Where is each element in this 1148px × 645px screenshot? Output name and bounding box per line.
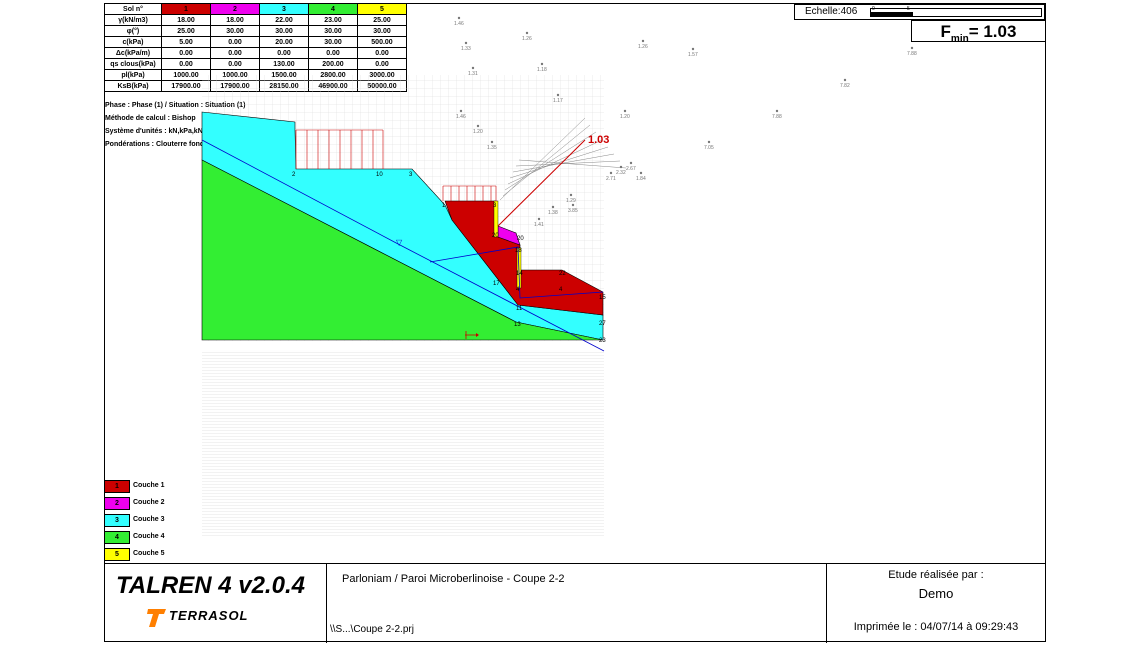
grid-safety-factor: 3.85: [568, 208, 578, 214]
grid-safety-factor: 1.84: [636, 176, 646, 182]
geometry-point-label: 11: [516, 306, 523, 312]
project-file-path: \\S...\Coupe 2-2.prj: [330, 624, 414, 635]
grid-center-point: [457, 16, 461, 20]
legend-swatch: 4: [104, 531, 130, 544]
legend-swatch: 2: [104, 497, 130, 510]
title-block-author: Etude réalisée par : Demo Imprimée le : …: [826, 564, 1046, 643]
grid-safety-factor: 1.20: [473, 129, 483, 135]
grid-center-point: [490, 140, 494, 144]
slope-stability-diagram: ▽ 1.03 1.46 1.26 1.26 1.57 7.88 1.33 1.31 1.18 7…: [201, 16, 917, 537]
geometry-point-label: 10: [376, 172, 383, 178]
grid-safety-factor: 1.31: [468, 71, 478, 77]
grid-safety-factor: 7.82: [840, 83, 850, 89]
grid-center-point: [623, 109, 627, 113]
grid-safety-factor: 7.05: [704, 145, 714, 151]
title-block: TALREN 4 v2.0.4 TERRASOL Parloniam / Par…: [104, 563, 1046, 643]
grid-center-point: [707, 140, 711, 144]
grid-center-point: [609, 171, 613, 175]
geometry-point-label: 14: [516, 271, 523, 277]
grid-safety-factor: 2.67: [626, 166, 636, 172]
legend-swatch: 3: [104, 514, 130, 527]
critical-safety-factor: 1.03: [588, 134, 609, 146]
grid-safety-factor: 1.20: [620, 114, 630, 120]
grid-center-point: [551, 205, 555, 209]
grid-safety-factor: 1.18: [537, 67, 547, 73]
legend-swatch: 5: [104, 548, 130, 561]
grid-safety-factor: 1.17: [553, 98, 563, 104]
grid-safety-factor: 1.46: [454, 21, 464, 27]
legend-label: Couche 3: [133, 516, 165, 523]
legend-label: Couche 5: [133, 550, 165, 557]
legend-label: Couche 4: [133, 533, 165, 540]
grid-center-point: [476, 124, 480, 128]
water-level-symbol: ▽: [396, 238, 403, 247]
grid-safety-factor: 1.57: [688, 52, 698, 58]
geometry-point-label: 22: [559, 271, 566, 277]
software-title: TALREN 4 v2.0.4: [116, 572, 305, 599]
geometry-point-label: 20: [517, 236, 524, 242]
grid-center-point: [843, 78, 847, 82]
geometry-point-label: 17: [493, 281, 500, 287]
grid-center-point: [619, 165, 623, 169]
grid-center-point: [571, 203, 575, 207]
grid-center-point: [910, 46, 914, 50]
lower-hatch-area: [202, 352, 604, 537]
grid-safety-factor: 1.26: [638, 44, 648, 50]
geometry-point-label: 20: [492, 233, 499, 239]
grid-center-point: [691, 47, 695, 51]
terrasol-logo-icon: [147, 609, 166, 627]
grid-safety-factor: 1.35: [487, 145, 497, 151]
grid-center-point: [639, 171, 643, 175]
grid-center-point: [629, 161, 633, 165]
geometry-point-label: 27: [599, 321, 606, 327]
project-title: Parloniam / Paroi Microberlinoise - Coup…: [342, 573, 565, 585]
grid-center-point: [641, 39, 645, 43]
grid-safety-factor: 1.29: [566, 198, 576, 204]
grid-center-point: [556, 93, 560, 97]
legend-label: Couche 2: [133, 499, 165, 506]
legend-swatch: 1: [104, 480, 130, 493]
legend-label: Couche 1: [133, 482, 165, 489]
grid-safety-factor: 2.32: [616, 170, 626, 176]
grid-center-point: [569, 193, 573, 197]
grid-safety-factor: 7.88: [772, 114, 782, 120]
grid-center-point: [471, 66, 475, 70]
print-date: Imprimée le : 04/07/14 à 09:29:43: [853, 621, 1019, 633]
title-block-software: TALREN 4 v2.0.4 TERRASOL: [104, 564, 327, 643]
title-block-project: Parloniam / Paroi Microberlinoise - Coup…: [326, 564, 827, 643]
grid-center-point: [459, 109, 463, 113]
geometry-point-label: 18: [515, 248, 522, 254]
grid-safety-factor: 2.71: [606, 176, 616, 182]
geometry-point-label: 13: [514, 322, 521, 328]
grid-safety-factor: 1.38: [548, 210, 558, 216]
grid-center-point: [464, 41, 468, 45]
grid-safety-factor: 1.41: [534, 222, 544, 228]
study-author: Demo: [918, 586, 954, 601]
grid-center-point: [537, 217, 541, 221]
grid-center-point: [525, 31, 529, 35]
grid-safety-factor: 7.88: [907, 51, 917, 57]
grid-safety-factor: 1.33: [461, 46, 471, 52]
grid-safety-factor: 1.26: [522, 36, 532, 42]
geometry-point-label: 15: [599, 295, 606, 301]
geometry-point-label: 23: [599, 338, 606, 344]
brand-name: TERRASOL: [169, 608, 249, 623]
grid-center-point: [775, 109, 779, 113]
grid-safety-factor: 1.46: [456, 114, 466, 120]
grid-center-point: [540, 62, 544, 66]
study-label: Etude réalisée par :: [888, 569, 984, 581]
